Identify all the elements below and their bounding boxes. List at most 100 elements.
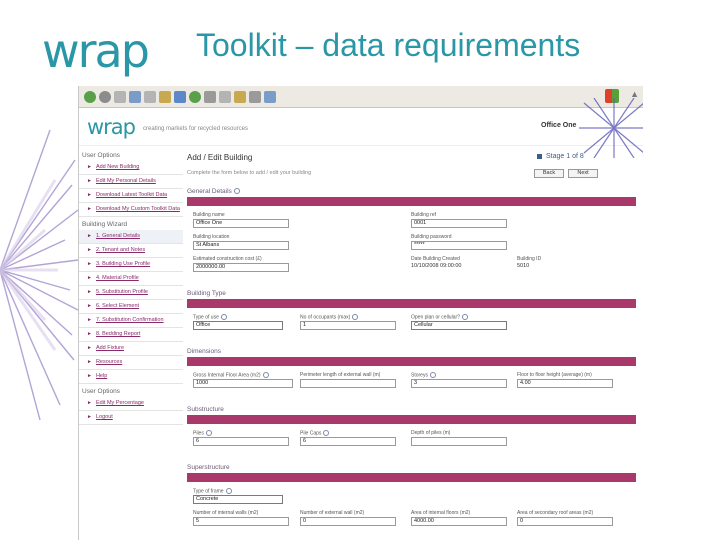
building-id-label: Building ID xyxy=(517,256,542,262)
sidebar-section-heading: User Options xyxy=(82,388,120,395)
external-walls-input[interactable]: 0 xyxy=(300,517,396,526)
sidebar-item[interactable]: ► Add Fixture xyxy=(79,342,183,356)
help-icon[interactable] xyxy=(352,314,359,320)
field-open-plan: Open plan or cellular? Cellular xyxy=(411,314,507,330)
sidebar-item-label[interactable]: 1. General Details xyxy=(96,233,140,239)
refresh-icon[interactable] xyxy=(114,90,126,103)
sidebar-item[interactable]: ► Edit My Personal Details xyxy=(79,175,183,189)
help-icon[interactable] xyxy=(429,372,436,378)
favorites-icon[interactable] xyxy=(174,90,186,103)
building-ref-input[interactable]: 0001 xyxy=(411,219,507,228)
sidebar-item-label[interactable]: 6. Select Element xyxy=(96,303,139,309)
sidebar-item-label[interactable]: Add New Building xyxy=(96,164,139,170)
sidebar-item[interactable]: ► Add New Building xyxy=(79,161,183,175)
sidebar-item-label[interactable]: Logout xyxy=(96,414,113,420)
search-icon[interactable] xyxy=(159,90,171,103)
frame-type-select[interactable]: Concrete xyxy=(193,495,283,504)
field-pile-caps: Pile Caps 6 xyxy=(300,430,396,446)
sidebar-item[interactable]: ► Download My Custom Toolkit Data xyxy=(79,203,183,217)
internal-walls-input[interactable]: 5 xyxy=(193,517,289,526)
floor-height-label: Floor to floor height (average) (m) xyxy=(517,372,592,378)
building-password-input[interactable]: ***** xyxy=(411,241,507,250)
sidebar-item-label[interactable]: Add Fixture xyxy=(96,345,124,351)
secondary-roofs-input[interactable]: 0 xyxy=(517,517,613,526)
stop-icon[interactable] xyxy=(99,90,111,103)
edit-icon[interactable] xyxy=(234,90,246,103)
field-gifa: Gross Internal Floor Area (m2) 1000 xyxy=(193,372,293,388)
bullet-arrow-icon: ► xyxy=(87,345,92,351)
sidebar-item[interactable]: ► 5. Substitution Profile xyxy=(79,286,183,300)
help-icon[interactable] xyxy=(323,430,330,436)
project-value-input[interactable]: 2000000.00 xyxy=(193,263,289,272)
sidebar-item-label[interactable]: Help xyxy=(96,373,107,379)
home-icon[interactable] xyxy=(129,90,141,103)
help-icon[interactable] xyxy=(205,430,212,436)
building-location-input[interactable]: St Albans xyxy=(193,241,289,250)
sidebar-item[interactable]: ► Edit My Percentage xyxy=(79,397,183,411)
field-floor-height: Floor to floor height (average) (m) 4.00 xyxy=(517,372,613,388)
sidebar-item-label[interactable]: Resources xyxy=(96,359,122,365)
help-icon[interactable] xyxy=(262,372,269,378)
sidebar-item-label[interactable]: Edit My Percentage xyxy=(96,400,144,406)
open-plan-select[interactable]: Cellular xyxy=(411,321,507,330)
sidebar-item[interactable]: ► Help xyxy=(79,370,183,384)
internal-floors-input[interactable]: 4000.00 xyxy=(411,517,507,526)
discuss-icon[interactable] xyxy=(249,90,261,103)
sidebar-item[interactable]: ► 3. Building Use Profile xyxy=(79,258,183,272)
gifa-label: Gross Internal Floor Area (m2) xyxy=(193,372,293,379)
building-name-input[interactable]: Office One xyxy=(193,219,289,228)
sidebar-item-label[interactable]: 7. Substitution Confirmation xyxy=(96,317,164,323)
history-icon[interactable] xyxy=(189,90,201,103)
sidebar-item-label[interactable]: Download My Custom Toolkit Data xyxy=(96,206,180,212)
back-icon[interactable] xyxy=(84,90,96,103)
section-title-dimensions: Dimensions xyxy=(187,348,221,355)
sidebar-item-label[interactable]: 5. Substitution Profile xyxy=(96,289,148,295)
sidebar-item[interactable]: ► Resources xyxy=(79,356,183,370)
main-content: Add / Edit Building Stage 1 of 8 Complet… xyxy=(187,148,636,540)
type-of-use-select[interactable]: Office xyxy=(193,321,283,330)
sidebar-item[interactable]: ► 8. Bedding Report xyxy=(79,328,183,342)
expand-icon[interactable] xyxy=(233,188,240,195)
sidebar-item[interactable]: ► 6. Select Element xyxy=(79,300,183,314)
storeys-input[interactable]: 3 xyxy=(411,379,507,388)
gifa-input[interactable]: 1000 xyxy=(193,379,293,388)
building-password-label: Building password xyxy=(411,234,452,240)
open-plan-text: Open plan or cellular? xyxy=(411,314,460,321)
help-icon[interactable] xyxy=(461,314,468,320)
sidebar-item[interactable]: ► Download Latest Toolkit Data xyxy=(79,189,183,203)
sidebar-item[interactable]: ► 7. Substitution Confirmation xyxy=(79,314,183,328)
sidebar-item-label[interactable]: Download Latest Toolkit Data xyxy=(96,192,167,198)
sidebar-item-label[interactable]: Edit My Personal Details xyxy=(96,178,156,184)
sidebar-section-heading: Building Wizard xyxy=(82,221,128,228)
messenger-icon[interactable] xyxy=(264,90,276,103)
browser-toolbar: ▲ xyxy=(79,86,643,108)
pile-caps-input[interactable]: 6 xyxy=(300,437,396,446)
sidebar-item[interactable]: ► Logout xyxy=(79,411,183,425)
page-icon[interactable] xyxy=(144,90,156,103)
perimeter-label: Perimeter length of external wall (m) xyxy=(300,372,381,378)
bullet-arrow-icon: ► xyxy=(87,400,92,406)
back-button[interactable]: Back xyxy=(534,169,564,178)
help-icon[interactable] xyxy=(220,314,227,320)
sidebar-item-label[interactable]: 4. Material Profile xyxy=(96,275,139,281)
print-icon[interactable] xyxy=(219,90,231,103)
sidebar-item[interactable]: ► 2. Tenant and Notes xyxy=(79,244,183,258)
sidebar-item-label[interactable]: 3. Building Use Profile xyxy=(96,261,150,267)
bullet-arrow-icon: ► xyxy=(87,178,92,184)
sidebar-item[interactable]: ► 4. Material Profile xyxy=(79,272,183,286)
field-frame-type: Type of frame Concrete xyxy=(193,488,283,504)
perimeter-input[interactable] xyxy=(300,379,396,388)
pile-depth-input[interactable] xyxy=(411,437,507,446)
help-icon[interactable] xyxy=(225,488,232,494)
sidebar-item-label[interactable]: 2. Tenant and Notes xyxy=(96,247,145,253)
piles-input[interactable]: 6 xyxy=(193,437,289,446)
occupants-input[interactable]: 1 xyxy=(300,321,396,330)
bullet-arrow-icon: ► xyxy=(87,233,92,239)
floor-height-input[interactable]: 4.00 xyxy=(517,379,613,388)
field-occupants: No of occupants (max) 1 xyxy=(300,314,396,330)
sidebar-item[interactable]: ► 1. General Details xyxy=(79,230,183,244)
next-button[interactable]: Next xyxy=(568,169,598,178)
bullet-arrow-icon: ► xyxy=(87,164,92,170)
mail-icon[interactable] xyxy=(204,90,216,103)
sidebar-item-label[interactable]: 8. Bedding Report xyxy=(96,331,140,337)
